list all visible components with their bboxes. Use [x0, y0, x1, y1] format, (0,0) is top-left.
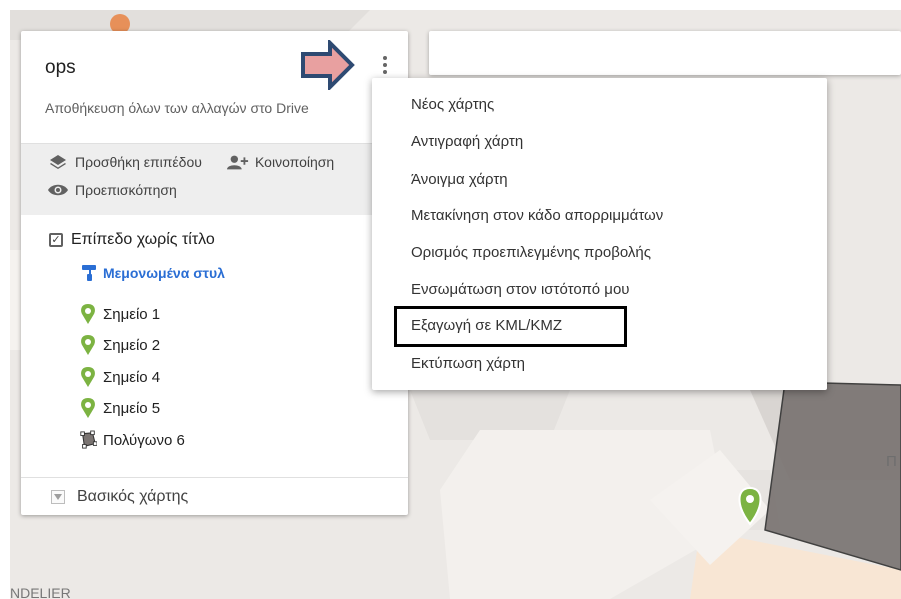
kebab-dot-icon	[383, 56, 387, 60]
map-label: NDELIER	[10, 585, 71, 599]
green-pin-icon	[79, 335, 97, 355]
feature-item[interactable]: Πολύγωνο 6	[79, 430, 185, 450]
green-pin-icon	[79, 304, 97, 324]
paint-roller-icon	[81, 264, 99, 282]
search-box[interactable]	[429, 31, 901, 75]
green-pin-icon	[79, 398, 97, 418]
basemap-row[interactable]: Βασικός χάρτης	[21, 477, 408, 515]
map-title[interactable]: ops	[45, 57, 76, 79]
menu-item-copy-map[interactable]: Αντιγραφή χάρτη	[411, 133, 523, 150]
feature-label: Πολύγωνο 6	[103, 431, 185, 449]
layer-style-link[interactable]: Μεμονωμένα στυλ	[81, 264, 225, 282]
feature-item[interactable]: Σημείο 5	[79, 398, 160, 418]
share-button[interactable]: Κοινοποίηση	[227, 154, 334, 170]
feature-item[interactable]: Σημείο 4	[79, 367, 160, 387]
menu-item-print-map[interactable]: Εκτύπωση χάρτη	[411, 355, 525, 372]
map-label: Π	[886, 453, 897, 470]
menu-item-new-map[interactable]: Νέος χάρτης	[411, 96, 494, 113]
layer-style-label: Μεμονωμένα στυλ	[103, 265, 225, 281]
save-status: Αποθήκευση όλων των αλλαγών στο Drive	[45, 100, 309, 116]
kebab-dot-icon	[383, 70, 387, 74]
green-pin-icon	[79, 367, 97, 387]
layer-name[interactable]: Επίπεδο χωρίς τίτλο	[71, 231, 215, 249]
annotation-arrow-icon	[301, 40, 355, 90]
menu-item-export-kml[interactable]: Εξαγωγή σε KML/KMZ	[411, 317, 562, 334]
feature-label: Σημείο 1	[103, 305, 161, 323]
menu-item-move-to-trash[interactable]: Μετακίνηση στον κάδο απορριμμάτων	[411, 207, 663, 224]
layer-toolbar: Προσθήκη επιπέδου Κοινοποίηση Προεπισκόπ…	[21, 143, 408, 215]
preview-button[interactable]: Προεπισκόπηση	[47, 182, 177, 198]
feature-label: Σημείο 2	[103, 336, 161, 354]
feature-item[interactable]: Σημείο 1	[79, 304, 160, 324]
layer-header[interactable]: ✓ Επίπεδο χωρίς τίτλο	[49, 231, 215, 249]
more-options-button[interactable]	[379, 54, 391, 78]
add-layer-button[interactable]: Προσθήκη επιπέδου	[47, 154, 202, 170]
kebab-dot-icon	[383, 63, 387, 67]
basemap-label: Βασικός χάρτης	[77, 487, 189, 505]
feature-label: Σημείο 5	[103, 399, 161, 417]
feature-label: Σημείο 4	[103, 368, 161, 386]
map-details-panel: ops Αποθήκευση όλων των αλλαγών στο Driv…	[21, 31, 408, 515]
feature-item[interactable]: Σημείο 2	[79, 335, 160, 355]
add-person-icon	[227, 154, 249, 170]
share-label: Κοινοποίηση	[255, 154, 335, 170]
eye-icon	[47, 182, 69, 198]
menu-item-embed-on-site[interactable]: Ενσωμάτωση στον ιστότοπό μου	[411, 281, 630, 298]
expand-triangle-icon[interactable]	[51, 489, 65, 504]
map-polygon	[764, 381, 901, 571]
add-layer-label: Προσθήκη επιπέδου	[75, 154, 202, 170]
layer-visibility-checkbox[interactable]: ✓	[49, 233, 63, 247]
menu-item-set-default-view[interactable]: Ορισμός προεπιλεγμένης προβολής	[411, 244, 651, 261]
more-options-menu: Νέος χάρτης Αντιγραφή χάρτη Άνοιγμα χάρτ…	[372, 78, 827, 390]
preview-label: Προεπισκόπηση	[75, 182, 177, 198]
layers-icon	[47, 154, 69, 170]
menu-item-open-map[interactable]: Άνοιγμα χάρτη	[411, 171, 508, 188]
polygon-icon	[79, 430, 97, 450]
